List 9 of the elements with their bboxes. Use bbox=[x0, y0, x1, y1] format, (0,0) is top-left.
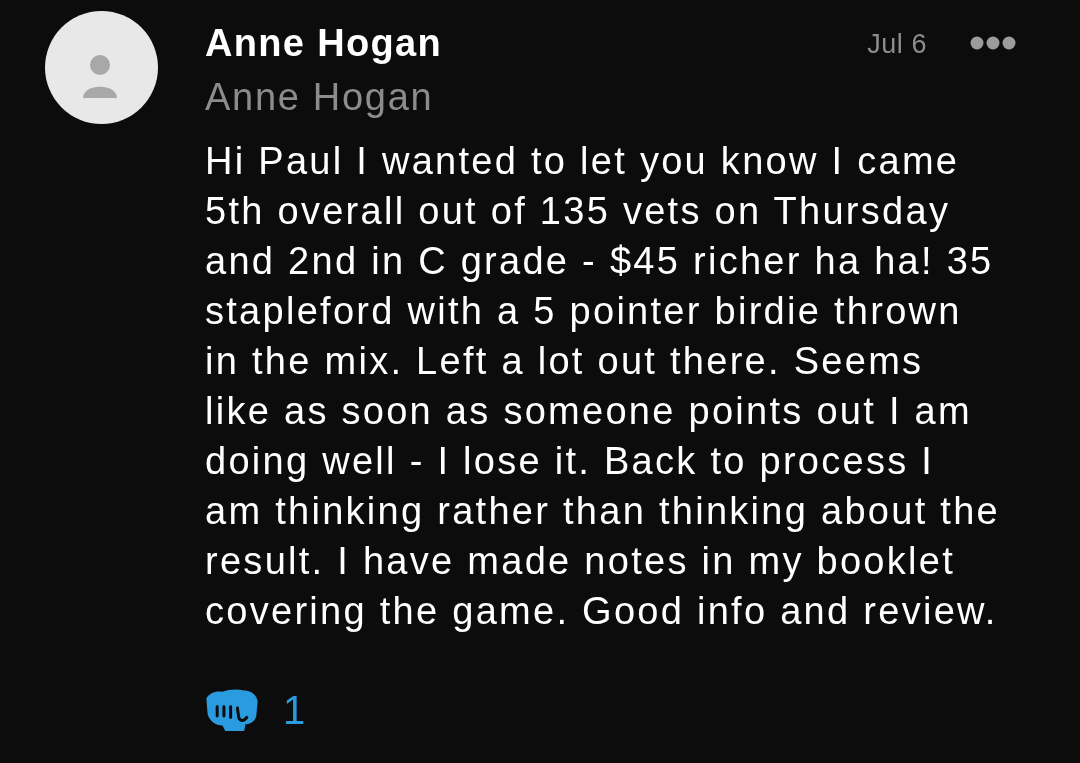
author-name: Anne Hogan bbox=[205, 21, 443, 65]
avatar-icon bbox=[45, 11, 158, 124]
fist-icon bbox=[205, 689, 259, 731]
post-date: Jul 6 bbox=[867, 29, 927, 59]
more-icon bbox=[970, 36, 1016, 50]
more-button[interactable] bbox=[969, 35, 1017, 51]
reaction-button[interactable]: 1 bbox=[205, 688, 306, 732]
author-handle: Anne Hogan bbox=[205, 75, 434, 119]
post-text: Hi Paul I wanted to let you know I came 5th overall out of 135 vets on Thursday and 2nd in C grade - $45 richer ha ha! 35 stapleford with a 5 pointer birdie thrown in the mix. Left a lot out there. Seems like as soon as someone points out I am doing well - I lose it. Back to process I am thinking rather than thinking about the result. I have made notes in my booklet covering the game. Good info and review. bbox=[205, 139, 1000, 634]
